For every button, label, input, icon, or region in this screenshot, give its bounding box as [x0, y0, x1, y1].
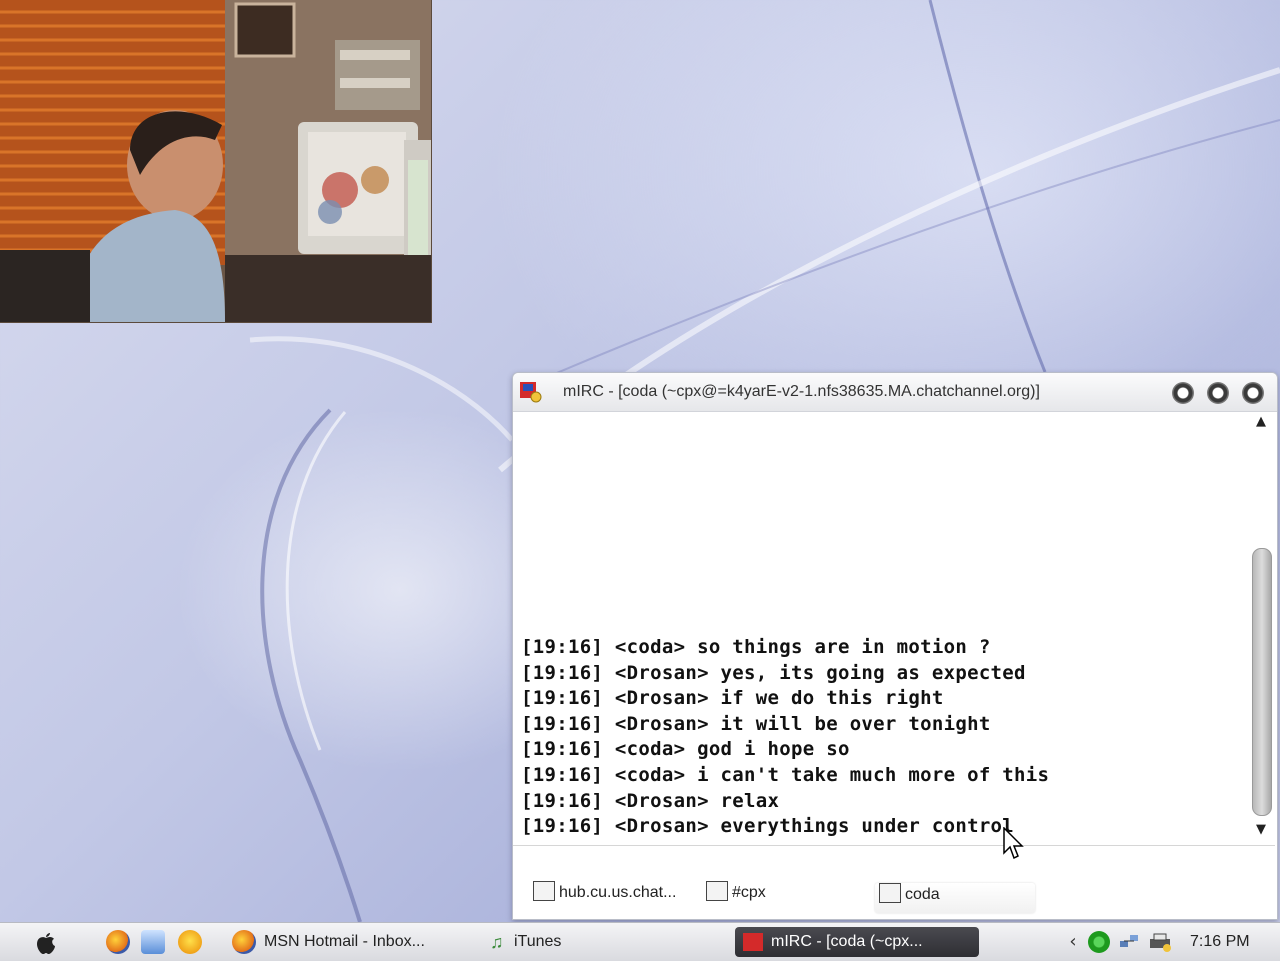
- chat-message: [19:16] <Drosan> if we do this right: [521, 687, 944, 710]
- firefox-icon: [232, 929, 256, 954]
- switchbar-query[interactable]: coda: [875, 883, 1035, 913]
- icq-tray-icon[interactable]: [1088, 931, 1110, 953]
- tray-expand-chevron-icon[interactable]: ‹: [1062, 931, 1084, 953]
- switchbar-server[interactable]: hub.cu.us.chat...: [533, 881, 677, 909]
- scroll-down-arrow-icon[interactable]: ▼: [1253, 822, 1269, 838]
- chat-log[interactable]: [19:16] <coda> so things are in motion ?…: [513, 412, 1248, 842]
- chat-message: [19:16] <coda> i can't take much more of…: [521, 763, 1050, 786]
- mirc-window[interactable]: mIRC - [coda (~cpx@=k4yarE-v2-1.nfs38635…: [512, 372, 1278, 920]
- mirc-task-icon: [743, 932, 763, 951]
- window-title: mIRC - [coda (~cpx@=k4yarE-v2-1.nfs38635…: [563, 383, 1040, 400]
- browser-launcher-icon[interactable]: [141, 930, 165, 954]
- switchbar-query-label: coda: [905, 886, 940, 904]
- taskbar-clock[interactable]: 7:16 PM: [1190, 927, 1250, 957]
- task-hotmail[interactable]: MSN Hotmail - Inbox...: [232, 927, 425, 957]
- scroll-thumb[interactable]: [1252, 548, 1272, 816]
- itunes-icon: ♫: [490, 931, 504, 952]
- printer-tray-icon[interactable]: [1148, 931, 1171, 953]
- switchbar-channel-label: #cpx: [732, 884, 766, 902]
- task-hotmail-label: MSN Hotmail - Inbox...: [264, 933, 425, 950]
- task-mirc-label: mIRC - [coda (~cpx...: [771, 933, 923, 950]
- switchbar-server-label: hub.cu.us.chat...: [559, 884, 677, 902]
- scroll-up-arrow-icon[interactable]: ▲: [1253, 414, 1269, 430]
- messenger-launcher-icon[interactable]: [178, 930, 202, 954]
- mouse-cursor-icon: [1003, 827, 1024, 860]
- chat-message: [19:16] <Drosan> relax: [521, 789, 780, 812]
- window-switchbar: hub.cu.us.chat... #cpx coda: [513, 873, 1277, 917]
- chat-message: [19:16] <coda> god i hope so: [521, 738, 850, 761]
- maximize-button[interactable]: [1207, 382, 1229, 404]
- message-input[interactable]: [513, 845, 1275, 846]
- mirc-app-icon: [520, 382, 542, 403]
- channel-window-icon: [706, 881, 728, 901]
- firefox-launcher-icon[interactable]: [106, 930, 130, 954]
- task-itunes[interactable]: ♫ iTunes: [490, 927, 561, 957]
- mirc-titlebar[interactable]: mIRC - [coda (~cpx@=k4yarE-v2-1.nfs38635…: [513, 373, 1277, 412]
- taskbar: MSN Hotmail - Inbox... ♫ iTunes mIRC - [c…: [0, 922, 1280, 961]
- close-button[interactable]: [1242, 382, 1264, 404]
- chat-message: [19:16] <Drosan> it will be over tonight: [521, 712, 991, 735]
- chat-message: [19:16] <coda> so things are in motion ?: [521, 636, 991, 658]
- message-list: [19:16] <coda> so things are in motion ?…: [521, 635, 1049, 840]
- chat-message: [19:16] <Drosan> yes, its going as expec…: [521, 661, 1026, 684]
- minimize-button[interactable]: [1172, 382, 1194, 404]
- apple-menu-icon[interactable]: [34, 929, 58, 955]
- task-itunes-label: iTunes: [514, 933, 562, 950]
- server-window-icon: [533, 881, 555, 901]
- query-window-icon: [879, 883, 901, 903]
- network-tray-icon[interactable]: [1118, 931, 1140, 953]
- chat-scrollbar[interactable]: ▲ ▼: [1249, 412, 1273, 842]
- chat-message: [19:16] <Drosan> everythings under contr…: [521, 815, 1015, 838]
- switchbar-channel[interactable]: #cpx: [706, 881, 766, 909]
- webcam-video: [0, 0, 432, 323]
- task-mirc[interactable]: mIRC - [coda (~cpx...: [735, 927, 979, 957]
